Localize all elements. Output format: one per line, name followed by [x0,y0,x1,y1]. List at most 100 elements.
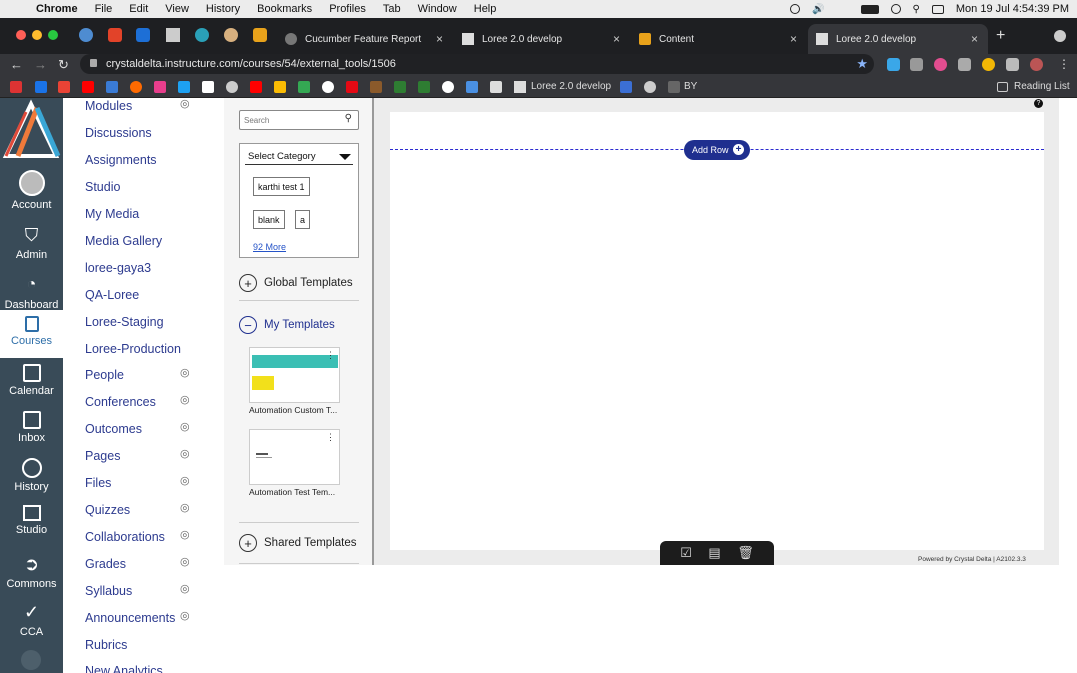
template-thumbnail[interactable]: ⋮ [249,429,340,485]
nav-inbox[interactable]: Inbox [0,411,63,444]
forward-icon[interactable]: → [34,57,47,72]
extension-icon[interactable] [910,58,923,71]
close-tab-icon[interactable]: × [790,32,797,46]
pinned-tab-icon[interactable] [136,28,150,42]
menu-view[interactable]: View [165,3,189,15]
kebab-menu-icon[interactable]: ⋮ [326,350,335,361]
pinned-tab-icon[interactable] [79,28,93,42]
bookmark-icon[interactable] [370,81,382,93]
bookmark-icon[interactable] [490,81,502,93]
lock-icon[interactable] [90,59,97,67]
bluetooth-icon[interactable] [837,5,849,14]
bookmark-github-icon[interactable] [442,81,454,93]
clock[interactable]: Mon 19 Jul 4:54:39 PM [956,3,1069,15]
help-icon[interactable]: ? [1034,99,1043,108]
bookmark-outlook-icon[interactable] [35,81,47,93]
bookmark-icon[interactable] [178,81,190,93]
bookmark-youtube-icon[interactable] [82,81,94,93]
trash-icon[interactable]: 🗑 [737,545,754,561]
menu-file[interactable]: File [95,3,113,15]
bookmark-icon[interactable] [466,81,478,93]
category-chip-a[interactable]: a [295,210,311,229]
new-tab-icon[interactable]: + [996,27,1005,45]
reading-list-label[interactable]: Reading List [1014,81,1070,92]
app-menu[interactable]: Chrome [36,3,78,15]
pinned-tab-jenkins-icon[interactable] [224,28,238,42]
pinned-tab-gitlab-icon[interactable] [108,28,122,42]
reload-icon[interactable]: ↻ [58,57,69,73]
shared-templates-toggle[interactable]: + Shared Templates [239,534,356,552]
bookmark-loree-label[interactable]: Loree 2.0 develop [531,81,611,92]
course-nav-syllabus[interactable]: Syllabus [85,584,132,598]
bookmark-by-icon[interactable] [668,81,680,93]
camera-icon[interactable] [958,58,971,71]
bookmark-icon[interactable] [106,81,118,93]
nav-history[interactable]: History [0,458,63,493]
menu-edit[interactable]: Edit [129,3,148,15]
bookmark-drive-icon[interactable] [274,81,286,93]
bookmark-icon[interactable] [644,81,656,93]
bookmark-icon[interactable] [322,81,334,93]
tab-cucumber-report[interactable]: Cucumber Feature Report × [277,24,453,54]
pinned-tab-icon[interactable] [253,28,267,42]
course-nav-discussions[interactable]: Discussions [85,126,152,140]
extension-icon[interactable] [887,58,900,71]
nav-dashboard[interactable]: ◔ Dashboard [0,274,63,311]
nav-account[interactable]: Account [0,170,63,211]
bookmark-icon[interactable] [130,81,142,93]
course-nav-files[interactable]: Files [85,476,111,490]
bookmark-icon[interactable] [226,81,238,93]
address-bar[interactable]: crystaldelta.instructure.com/courses/54/… [80,54,874,74]
minimize-window-icon[interactable] [32,30,42,40]
bookmark-star-icon[interactable]: ★ [856,56,868,72]
course-nav-conferences[interactable]: Conferences [85,395,156,409]
global-templates-toggle[interactable]: + Global Templates [239,274,353,292]
menu-tab[interactable]: Tab [383,3,401,15]
bookmark-icon[interactable] [394,81,406,93]
reading-list-icon[interactable] [997,82,1008,92]
menu-profiles[interactable]: Profiles [329,3,366,15]
bookmark-icon[interactable] [154,81,166,93]
nav-cca[interactable]: ✓ CCA [0,601,63,639]
course-nav-grades[interactable]: Grades [85,557,126,571]
course-nav-announcements[interactable]: Announcements [85,611,175,625]
search-icon[interactable]: ⚲ [345,113,352,124]
back-icon[interactable]: ← [10,57,23,72]
loree-logo[interactable] [0,98,63,160]
save-template-icon[interactable]: ▤ [708,545,720,561]
help-avatar-icon[interactable] [21,650,41,670]
menu-help[interactable]: Help [474,3,497,15]
bookmark-youtube-icon[interactable] [250,81,262,93]
template-thumbnail[interactable]: ⋮ [249,347,340,403]
chrome-menu-icon[interactable]: ⋮ [1058,57,1070,71]
nav-admin[interactable]: ⛉ Admin [0,224,63,262]
bookmark-icon[interactable] [620,81,632,93]
add-row-button[interactable]: Add Row + [684,140,750,160]
course-nav-loree-production[interactable]: Loree-Production [85,342,181,356]
course-nav-pages[interactable]: Pages [85,449,120,463]
course-nav-assignments[interactable]: Assignments [85,153,157,167]
course-nav-loree-gaya3[interactable]: loree-gaya3 [85,261,151,275]
menu-bookmarks[interactable]: Bookmarks [257,3,312,15]
menu-window[interactable]: Window [418,3,457,15]
course-nav-people[interactable]: People [85,368,124,382]
course-nav-media-gallery[interactable]: Media Gallery [85,234,162,248]
course-nav-modules[interactable]: Modules [85,99,132,113]
bookmark-amazon-icon[interactable] [202,81,214,93]
bookmark-by-label[interactable]: BY [684,81,697,92]
tab-loree-develop-active[interactable]: Loree 2.0 develop × [808,24,988,54]
close-tab-icon[interactable]: × [436,32,443,46]
close-tab-icon[interactable]: × [613,32,620,46]
tab-content[interactable]: Content × [631,24,807,54]
profile-avatar-icon[interactable] [1030,58,1043,71]
puzzle-icon[interactable] [1006,58,1019,71]
my-templates-toggle[interactable]: − My Templates [239,316,335,334]
course-nav-outcomes[interactable]: Outcomes [85,422,142,436]
extension-icon[interactable] [982,58,995,71]
course-nav-my-media[interactable]: My Media [85,207,139,221]
pinned-tab-icon[interactable] [195,28,209,42]
close-tab-icon[interactable]: × [971,32,978,46]
nav-courses[interactable]: Courses [0,310,63,358]
menu-history[interactable]: History [206,3,240,15]
pinned-tab-loree-icon[interactable] [166,28,180,42]
